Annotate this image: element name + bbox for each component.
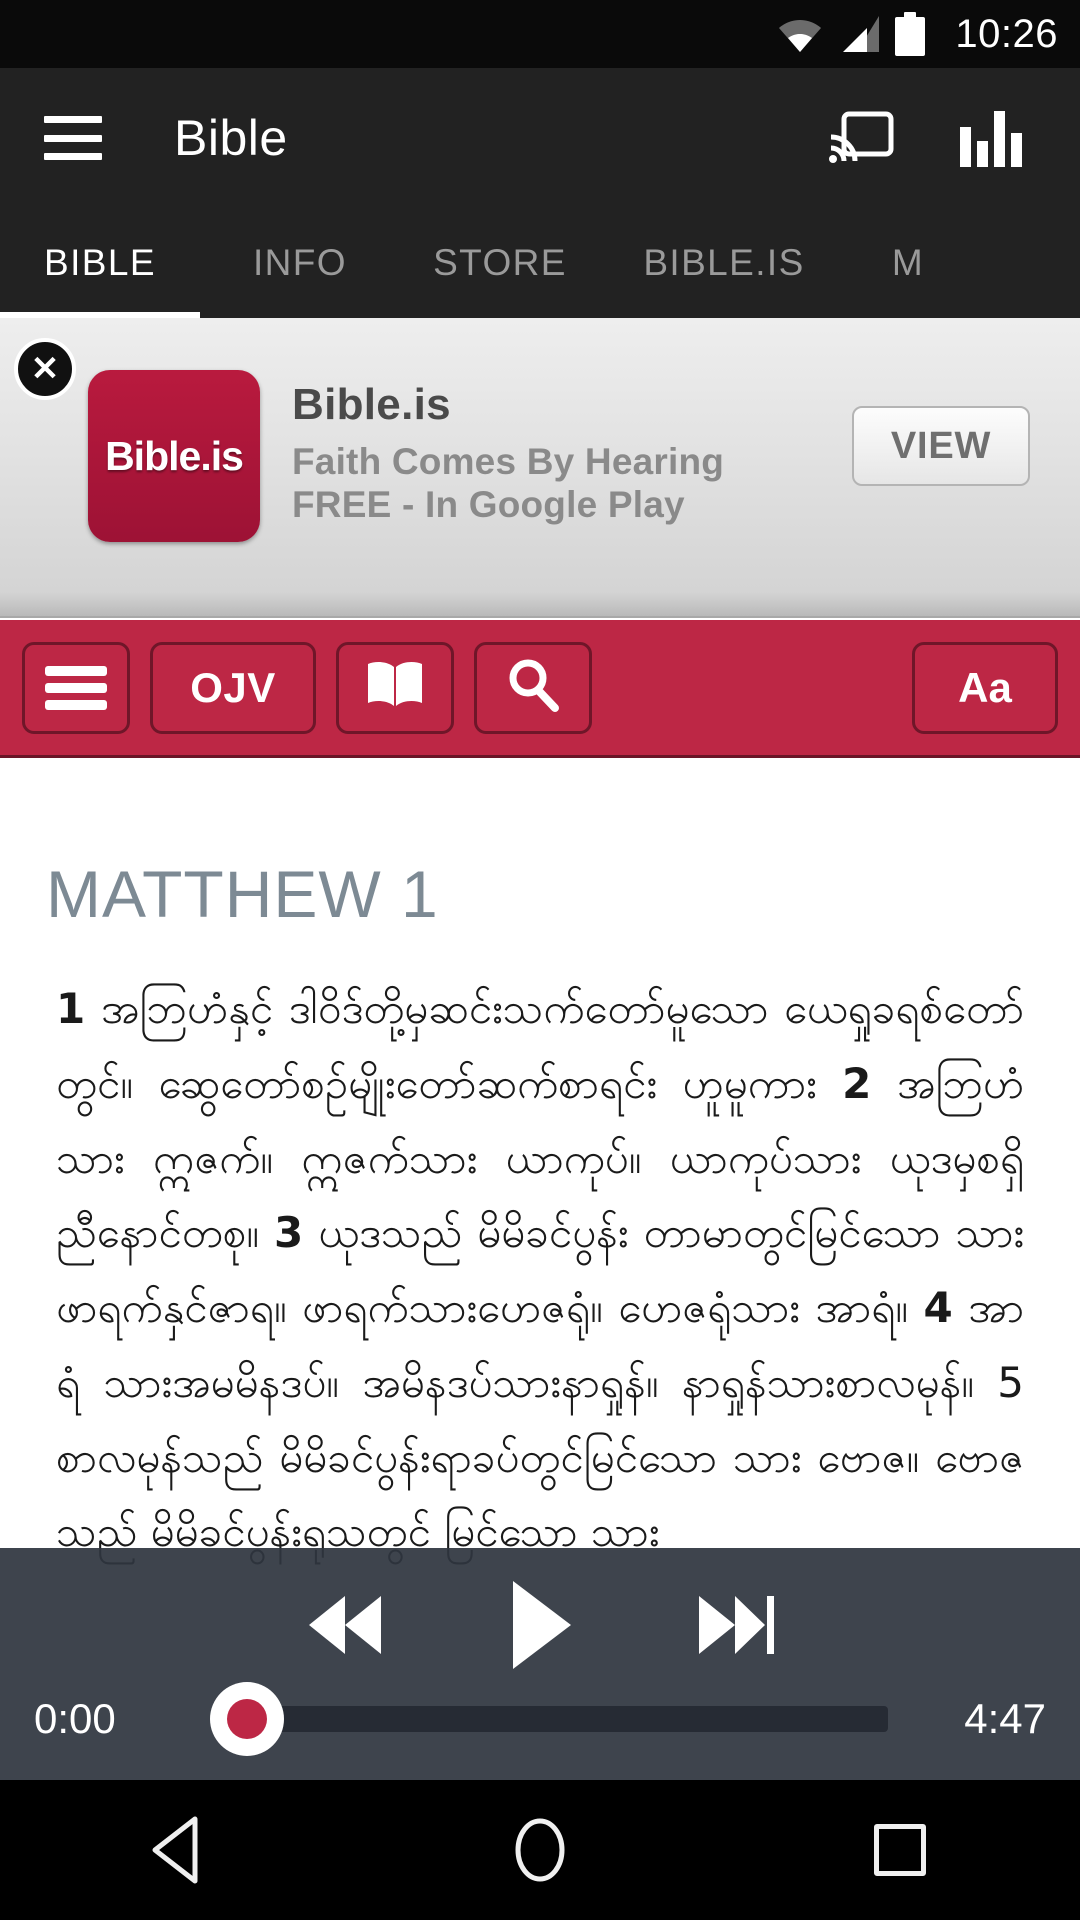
- bible-version-button[interactable]: OJV: [150, 641, 316, 734]
- tab-bar: BIBLE INFO STORE BIBLE.IS M: [0, 208, 1080, 318]
- cellular-signal-icon: [837, 14, 881, 54]
- page-title: Bible: [174, 110, 288, 166]
- font-size-button[interactable]: Aa: [912, 641, 1058, 734]
- player-current-time: 0:00: [34, 1695, 116, 1742]
- seek-thumb[interactable]: [210, 1682, 284, 1756]
- ad-app-icon: Bible.is: [88, 370, 260, 542]
- ad-app-icon-label: Bible.is: [105, 432, 244, 479]
- verse-text-block: 1 အဘြဟံနှင့် ဒါဝိဒ်တို့မှဆင်းသက်တော်မူသေ…: [46, 972, 1034, 1570]
- player-transport-controls: [0, 1570, 1080, 1680]
- hamburger-menu-icon: [45, 665, 107, 710]
- reader-menu-button[interactable]: [22, 641, 130, 734]
- seek-track[interactable]: [242, 1706, 888, 1732]
- search-icon: [504, 656, 562, 719]
- verse-number: 4: [923, 1283, 953, 1332]
- cast-icon[interactable]: [828, 111, 894, 165]
- book-chooser-button[interactable]: [336, 641, 454, 734]
- open-book-icon: [363, 657, 427, 718]
- ad-view-button[interactable]: VIEW: [852, 406, 1030, 486]
- play-icon[interactable]: [505, 1577, 575, 1673]
- wifi-icon: [777, 14, 823, 54]
- bible-version-label: OJV: [190, 663, 276, 711]
- font-size-label: Aa: [958, 663, 1012, 711]
- verse-text: အဘြဟံနှင့် ဒါဝိဒ်တို့မှဆင်းသက်တော်မူသော …: [56, 984, 1025, 1108]
- tab-info[interactable]: INFO: [200, 208, 400, 318]
- tab-bible[interactable]: BIBLE: [0, 208, 200, 318]
- player-seek-bar[interactable]: [186, 1680, 894, 1758]
- verse-number: 2: [842, 1058, 872, 1108]
- status-bar-clock: 10:26: [955, 11, 1058, 56]
- recents-square-icon[interactable]: [845, 1795, 955, 1905]
- ad-price-line: FREE - In Google Play: [292, 484, 685, 526]
- player-total-time: 4:47: [964, 1695, 1046, 1742]
- bar-chart-icon[interactable]: [960, 109, 1022, 167]
- app-bar: Bible: [0, 68, 1080, 208]
- verse-number: 1: [56, 984, 86, 1033]
- app-bar-actions: [828, 109, 1080, 167]
- ad-subtitle: Faith Comes By Hearing: [292, 441, 725, 482]
- hamburger-menu-icon[interactable]: [44, 116, 102, 160]
- verse-text-obscured: သားအမမိနဒပ်။ အမိနဒပ်သားနာရှုန်။ နာရှုန်သ…: [103, 1357, 974, 1407]
- ad-title: Bible.is: [292, 380, 451, 429]
- player-seek-row: 0:00 4:47: [0, 1680, 1080, 1758]
- home-circle-icon[interactable]: [485, 1795, 595, 1905]
- skip-previous-icon[interactable]: [301, 1588, 387, 1662]
- reader-toolbar: OJV Aa: [0, 620, 1080, 758]
- tab-bible-is[interactable]: BIBLE.IS: [600, 208, 848, 318]
- status-bar-icons: 10:26: [777, 12, 1058, 57]
- ad-banner[interactable]: ✕ Bible.is Bible.is Faith Comes By Heari…: [0, 318, 1080, 618]
- close-icon[interactable]: ✕: [14, 338, 76, 400]
- audio-player: 0:00 4:47: [0, 1548, 1080, 1780]
- phone-screen: 10:26 Bible BIBLE INFO STORE BIBLE.IS M …: [0, 0, 1080, 1920]
- tab-store[interactable]: STORE: [400, 208, 600, 318]
- system-nav-bar: [0, 1780, 1080, 1920]
- search-button[interactable]: [474, 641, 592, 734]
- back-triangle-icon[interactable]: [125, 1795, 235, 1905]
- chapter-title: MATTHEW 1: [46, 857, 439, 931]
- ad-text-block: Bible.is Faith Comes By Hearing FREE - I…: [292, 380, 812, 527]
- battery-icon: [895, 12, 926, 56]
- tab-more[interactable]: M: [848, 208, 968, 318]
- skip-next-icon[interactable]: [693, 1588, 779, 1662]
- status-bar: 10:26: [0, 0, 1080, 68]
- verse-number: 3: [273, 1208, 304, 1258]
